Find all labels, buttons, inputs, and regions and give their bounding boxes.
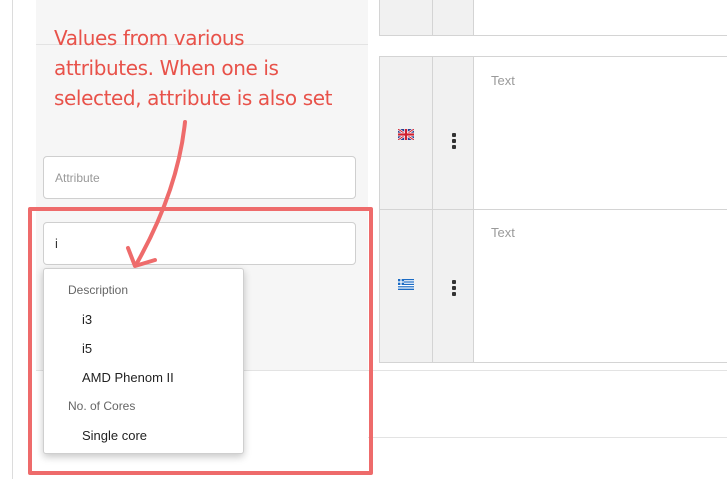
- annotation-arrow: [126, 120, 187, 268]
